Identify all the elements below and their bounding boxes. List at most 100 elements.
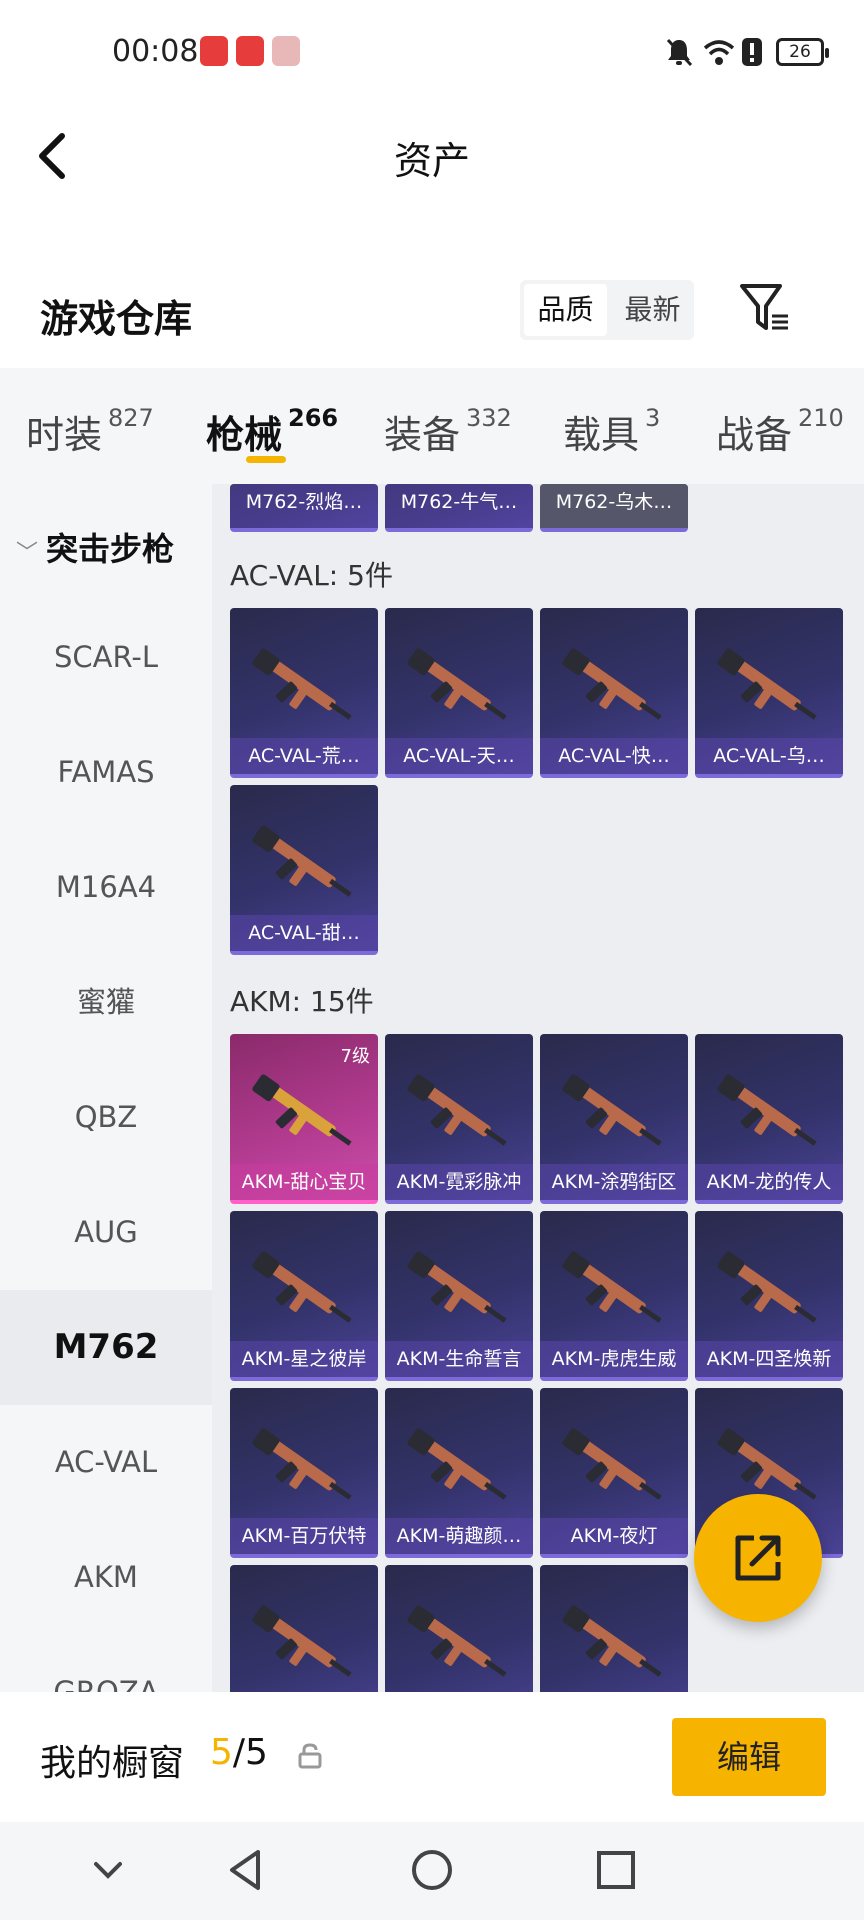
weapon-image <box>407 1074 507 1146</box>
sidebar-group-assault-rifles[interactable]: ﹀ 突击步枪 <box>16 524 174 570</box>
tab-count: 266 <box>288 404 339 432</box>
weapon-card-name: AKM-夜灯 <box>540 1518 688 1554</box>
share-icon <box>735 1535 781 1581</box>
weapon-card[interactable]: AKM-百万伏特 <box>230 1388 378 1558</box>
notification-app-icon <box>200 36 228 66</box>
tab-count: 210 <box>798 404 844 432</box>
weapon-card[interactable] <box>540 1565 688 1692</box>
weapon-image <box>407 1605 507 1677</box>
weapon-card-name: AC-VAL-甜… <box>230 915 378 951</box>
weapon-level-badge: 7级 <box>340 1046 370 1067</box>
weapon-image <box>562 1428 662 1500</box>
status-time: 00:08 <box>112 34 199 69</box>
edit-button[interactable]: 编辑 <box>672 1718 826 1796</box>
tab-firearms[interactable]: 枪械 266 <box>206 404 338 459</box>
sidebar-item[interactable]: M16A4 <box>0 830 212 945</box>
active-tab-indicator <box>246 456 286 463</box>
section-title-acval: AC-VAL: 5件 <box>230 559 393 592</box>
filter-button[interactable] <box>736 280 792 336</box>
sidebar-item[interactable]: 蜜獾 <box>0 945 212 1060</box>
tab-count: 332 <box>466 404 512 432</box>
weapon-image <box>252 1251 352 1323</box>
weapon-card-name: AKM-星之彼岸 <box>230 1341 378 1377</box>
sort-toggle: 品质 最新 <box>520 280 694 340</box>
weapon-card[interactable] <box>230 1565 378 1692</box>
weapon-card[interactable]: 7级 AKM-甜心宝贝 <box>230 1034 378 1204</box>
sort-quality-option[interactable]: 品质 <box>524 284 607 336</box>
weapon-card[interactable]: AC-VAL-荒… <box>230 608 378 778</box>
nav-recents-icon[interactable] <box>588 1842 644 1898</box>
weapon-image <box>252 825 352 897</box>
weapon-card[interactable]: AC-VAL-快… <box>540 608 688 778</box>
weapon-card[interactable]: AKM-虎虎生威 <box>540 1211 688 1381</box>
weapon-card-name: AC-VAL-天… <box>385 738 533 774</box>
weapon-card-name: AC-VAL-快… <box>540 738 688 774</box>
notification-app-icon <box>272 36 300 66</box>
tab-label: 战备 <box>716 413 793 457</box>
weapon-card-name: AKM-百万伏特 <box>230 1518 378 1554</box>
page-header: 资产 <box>0 100 864 210</box>
mute-bell-icon <box>666 38 693 67</box>
weapon-card[interactable]: AKM-生命誓言 <box>385 1211 533 1381</box>
weapon-card[interactable]: AC-VAL-乌… <box>695 608 843 778</box>
sidebar-item[interactable]: AUG <box>0 1175 212 1290</box>
app-root: 00:08 26 资产 游戏仓库 品质 最新 时装 827 枪械 266 装备 … <box>0 0 864 1920</box>
sidebar-item[interactable]: AKM <box>0 1520 212 1635</box>
tab-supplies[interactable]: 战备 210 <box>716 404 844 459</box>
alert-icon <box>742 38 762 66</box>
weapon-card[interactable]: M762-牛气… <box>385 484 533 532</box>
sidebar-item-active[interactable]: M762 <box>0 1290 212 1405</box>
weapon-card[interactable]: M762-烈焰… <box>230 484 378 532</box>
weapon-image <box>717 1251 817 1323</box>
sidebar-group-label: 突击步枪 <box>46 530 175 568</box>
tab-label: 装备 <box>384 413 461 457</box>
sidebar-item[interactable]: FAMAS <box>0 715 212 830</box>
weapon-card[interactable]: AKM-萌趣颜… <box>385 1388 533 1558</box>
weapon-image <box>717 648 817 720</box>
lock-icon <box>298 1743 322 1769</box>
tab-equipment[interactable]: 装备 332 <box>384 404 512 459</box>
battery-indicator: 26 <box>776 38 829 66</box>
weapon-card[interactable]: AC-VAL-天… <box>385 608 533 778</box>
section-title-akm: AKM: 15件 <box>230 985 374 1018</box>
weapon-card[interactable]: AC-VAL-甜… <box>230 785 378 955</box>
sidebar-item[interactable]: QBZ <box>0 1060 212 1175</box>
nav-home-icon[interactable] <box>404 1842 460 1898</box>
weapon-card-name: M762-烈焰… <box>230 484 378 528</box>
weapon-image <box>252 648 352 720</box>
weapon-card[interactable]: AKM-四圣焕新 <box>695 1211 843 1381</box>
tab-fashion[interactable]: 时装 827 <box>26 404 154 459</box>
weapon-card[interactable]: AKM-夜灯 <box>540 1388 688 1558</box>
weapon-card[interactable] <box>385 1565 533 1692</box>
weapon-card[interactable]: AKM-龙的传人 <box>695 1034 843 1204</box>
weapon-image <box>252 1074 352 1146</box>
showcase-total: /5 <box>232 1732 268 1773</box>
sort-latest-option[interactable]: 最新 <box>611 280 694 340</box>
chevron-down-icon: ﹀ <box>16 541 39 566</box>
weapon-image <box>407 648 507 720</box>
sidebar-item[interactable]: AC-VAL <box>0 1405 212 1520</box>
tab-label: 枪械 <box>206 413 283 457</box>
weapon-card-name: AKM-甜心宝贝 <box>230 1164 378 1200</box>
tab-vehicles[interactable]: 载具 3 <box>563 404 660 459</box>
weapon-card-name: AC-VAL-乌… <box>695 738 843 774</box>
weapon-sidebar: ﹀ 突击步枪 SCAR-L FAMAS M16A4 蜜獾 QBZ AUG M762… <box>0 484 212 1692</box>
weapon-card-name: AKM-涂鸦街区 <box>540 1164 688 1200</box>
weapon-image <box>562 648 662 720</box>
weapon-card-name: AKM-霓彩脉冲 <box>385 1164 533 1200</box>
weapon-card[interactable]: AKM-星之彼岸 <box>230 1211 378 1381</box>
tab-count: 3 <box>645 404 661 432</box>
showcase-current: 5 <box>210 1732 233 1773</box>
weapon-card[interactable]: M762-乌木… <box>540 484 688 532</box>
weapon-card-name: AC-VAL-荒… <box>230 738 378 774</box>
share-fab-button[interactable] <box>694 1494 822 1622</box>
collapse-chevron-icon[interactable] <box>80 1842 136 1898</box>
weapon-card-name: M762-牛气… <box>385 484 533 528</box>
nav-back-icon[interactable] <box>218 1842 274 1898</box>
showcase-bar: 我的橱窗 5/5 编辑 <box>0 1692 864 1822</box>
weapon-card[interactable]: AKM-涂鸦街区 <box>540 1034 688 1204</box>
sidebar-item[interactable]: SCAR-L <box>0 600 212 715</box>
weapon-card[interactable]: AKM-霓彩脉冲 <box>385 1034 533 1204</box>
sidebar-item[interactable]: GROZA <box>0 1635 212 1692</box>
page-title: 资产 <box>393 139 470 183</box>
